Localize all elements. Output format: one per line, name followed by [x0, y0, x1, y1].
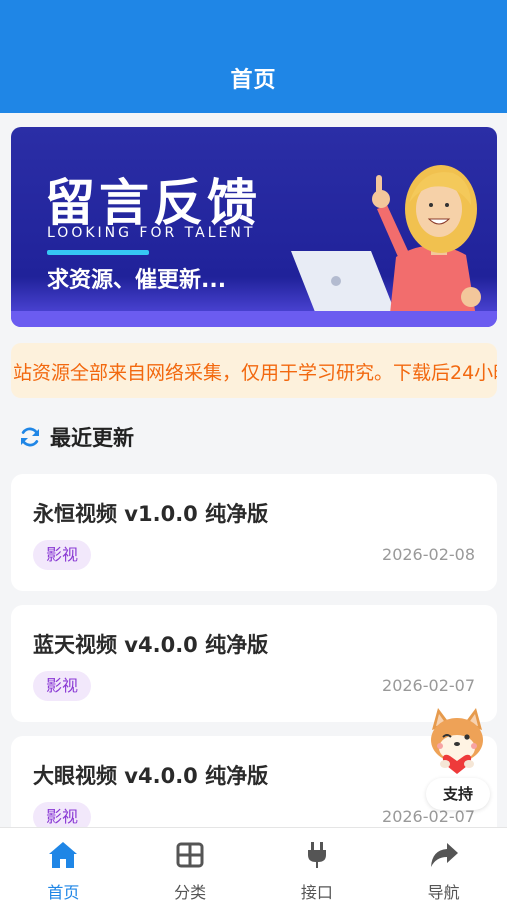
- share-icon: [430, 843, 458, 867]
- notice-text: 站资源全部来自网络采集，仅用于学习研究。下载后24小时内请删除: [13, 362, 497, 384]
- tab-navigation[interactable]: 导航: [380, 828, 507, 907]
- notice-marquee: 站资源全部来自网络采集，仅用于学习研究。下载后24小时内请删除: [11, 343, 497, 398]
- page-title: 首页: [230, 68, 277, 93]
- tab-label: 导航: [427, 883, 460, 902]
- top-app-bar: 首页: [0, 0, 507, 113]
- item-title: 蓝天视频 v4.0.0 纯净版: [33, 633, 269, 657]
- section-title: 最近更新: [50, 426, 134, 450]
- tab-label: 接口: [300, 883, 333, 902]
- tab-home[interactable]: 首页: [0, 828, 127, 907]
- refresh-icon: [21, 427, 39, 447]
- support-button[interactable]: 支持: [426, 778, 490, 810]
- home-icon: [49, 842, 78, 868]
- list-item[interactable]: 永恒视频 v1.0.0 纯净版 影视 2026-02-08: [11, 474, 497, 591]
- feedback-banner[interactable]: 留言反馈 LOOKING FOR TALENT 求资源、催更新...: [11, 127, 497, 327]
- banner-description: 求资源、催更新...: [47, 268, 227, 293]
- item-date: 2026-02-07: [382, 676, 475, 695]
- shiba-mascot-icon[interactable]: [424, 706, 490, 778]
- banner-bottom-strip: [11, 311, 497, 327]
- bottom-tab-bar: 首页 分类 接口 导航: [0, 827, 507, 907]
- tab-label: 首页: [47, 883, 80, 902]
- banner-subtitle: LOOKING FOR TALENT: [47, 225, 256, 241]
- banner-person-illustration: [291, 165, 481, 323]
- category-tag: 影视: [33, 671, 92, 701]
- item-date: 2026-02-08: [382, 545, 475, 564]
- grid-icon: [176, 842, 204, 868]
- category-tag: 影视: [33, 540, 92, 570]
- item-title: 永恒视频 v1.0.0 纯净版: [33, 502, 269, 526]
- tab-category[interactable]: 分类: [127, 828, 254, 907]
- item-title: 大眼视频 v4.0.0 纯净版: [33, 764, 269, 788]
- tab-label: 分类: [174, 883, 207, 902]
- plug-icon: [307, 842, 326, 868]
- tab-interface[interactable]: 接口: [254, 828, 381, 907]
- banner-underline: [47, 250, 149, 255]
- list-item[interactable]: 蓝天视频 v4.0.0 纯净版 影视 2026-02-07: [11, 605, 497, 722]
- section-header: 最近更新: [18, 422, 134, 452]
